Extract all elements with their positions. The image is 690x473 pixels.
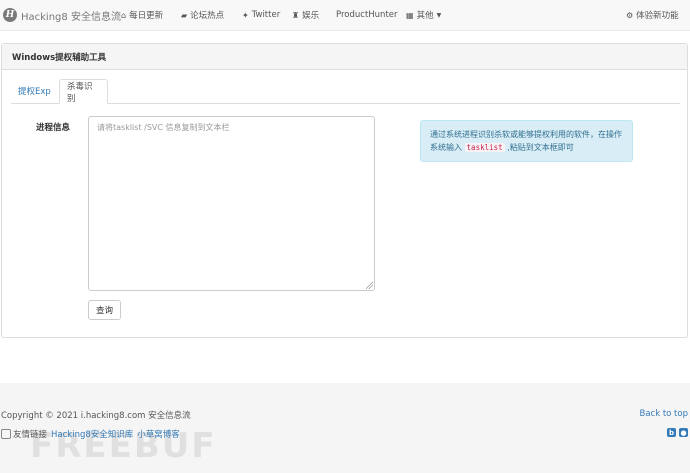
nav-item-label: Twitter — [251, 10, 281, 20]
github-icon[interactable]: ● — [679, 428, 688, 437]
brand[interactable]: H Hacking8 安全信息流 — [3, 8, 121, 23]
nav-item-label: ProductHunter — [336, 10, 398, 20]
nav-item-new-feature[interactable]: ⚙ 体验新功能 — [626, 9, 679, 22]
back-to-top-link[interactable]: Back to top — [639, 409, 688, 419]
friend-link-blog[interactable]: 小草窝博客 — [137, 428, 180, 440]
query-button[interactable]: 查询 — [88, 300, 121, 320]
nav-item-label: 每日更新 — [129, 11, 164, 21]
grid-icon: ▦ — [406, 10, 414, 20]
brand-logo-icon: H — [3, 8, 17, 22]
nav-item-other[interactable]: ▦ 其他 ▼ — [406, 9, 442, 22]
copyright-text: Copyright © 2021 i.hacking8.com 安全信息流 — [1, 411, 191, 421]
friend-link-knowledge[interactable]: Hacking8安全知识库 — [51, 428, 133, 440]
info-text-suffix: ,粘贴到文本框即可 — [504, 143, 574, 152]
nav-item-daily[interactable]: ⌂ 每日更新 — [121, 9, 164, 22]
brand-title: Hacking8 安全信息流 — [21, 11, 121, 23]
textarea-placeholder: 请将tasklist /SVC 信息复制到文本栏 — [97, 123, 230, 132]
info-code-tasklist: tasklist — [464, 143, 505, 152]
link-icon — [1, 429, 11, 439]
tab-antivirus-detect[interactable]: 杀毒识别 — [59, 79, 108, 104]
caret-down-icon: ▼ — [436, 11, 442, 19]
user-icon: ♜ — [292, 10, 300, 20]
tab-bar: 提权Exp 杀毒识别 — [11, 79, 680, 104]
nav-item-fun[interactable]: ♜ 娱乐 — [292, 9, 320, 22]
nav-item-label: 体验新功能 — [636, 11, 679, 21]
gear-icon: ⚙ — [626, 10, 634, 20]
nav-item-forum[interactable]: ▰ 论坛热点 — [181, 9, 225, 22]
process-info-label: 进程信息 — [36, 123, 71, 133]
twitter-icon: ✦ — [242, 10, 249, 20]
tab-privilege-exp[interactable]: 提权Exp — [11, 79, 58, 103]
friend-links: 友情链接 Hacking8安全知识库 小草窝博客 — [1, 428, 180, 440]
process-info-textarea[interactable]: 请将tasklist /SVC 信息复制到文本栏 — [88, 116, 375, 291]
panel-title: Windows提权辅助工具 — [2, 44, 687, 70]
top-navbar: H Hacking8 安全信息流 ⌂ 每日更新 ▰ 论坛热点 ✦ Twitter… — [0, 0, 690, 31]
footer: FREEBUF Copyright © 2021 i.hacking8.com … — [0, 383, 690, 473]
nav-item-producthunter[interactable]: ProductHunter — [336, 10, 398, 20]
home-icon: ⌂ — [121, 10, 127, 20]
nav-item-label: 娱乐 — [302, 11, 320, 21]
comments-icon: ▰ — [181, 10, 188, 20]
nav-item-label: 论坛热点 — [190, 11, 225, 21]
friend-links-label: 友情链接 — [13, 430, 48, 440]
nav-item-twitter[interactable]: ✦ Twitter — [242, 10, 280, 20]
info-alert: 通过系统进程识别杀软或能够提权利用的软件，在操作系统输入 tasklist ,粘… — [420, 120, 633, 162]
tool-panel: Windows提权辅助工具 提权Exp 杀毒识别 进程信息 请将tasklist… — [1, 43, 688, 338]
nav-item-label: 其他 — [416, 11, 434, 21]
resize-handle-icon[interactable] — [366, 282, 373, 289]
social-icons: b ● — [667, 428, 688, 437]
blog-icon[interactable]: b — [667, 428, 676, 437]
